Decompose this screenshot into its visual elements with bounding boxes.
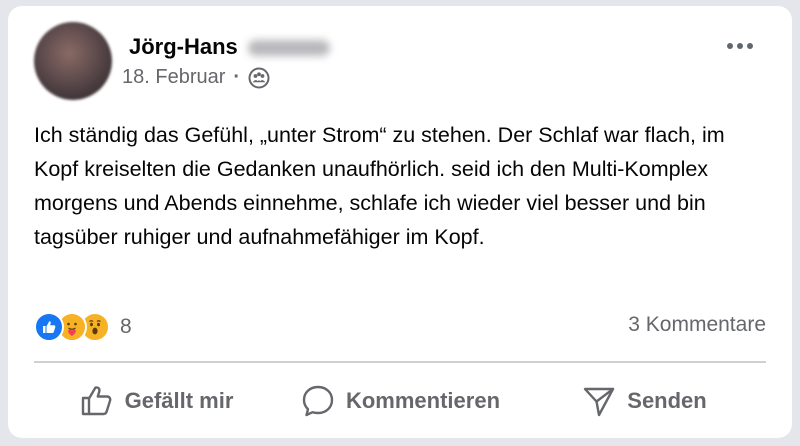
post-card: Jörg-Hans 18. Februar · Ich ständig das … — [8, 6, 792, 438]
like-button[interactable]: Gefällt mir — [34, 371, 278, 431]
divider — [34, 361, 766, 363]
dot — [737, 43, 743, 49]
send-label: Senden — [627, 388, 707, 413]
author-name[interactable]: Jörg-Hans — [129, 34, 330, 60]
like-label: Gefällt mir — [124, 388, 234, 413]
comment-bubble-icon — [300, 383, 336, 419]
more-options-button[interactable] — [722, 34, 758, 58]
comment-label: Kommentieren — [345, 388, 501, 413]
comment-button[interactable]: Kommentieren — [278, 371, 522, 431]
send-button[interactable]: Senden — [522, 371, 766, 431]
thumbs-up-icon — [79, 383, 115, 419]
like-reaction-icon — [34, 312, 64, 342]
action-bar: Gefällt mir Kommentieren Senden — [34, 371, 766, 431]
meta-separator: · — [233, 66, 241, 88]
redacted-last-name — [247, 40, 330, 57]
reactions-summary[interactable]: 8 — [34, 310, 132, 344]
dot — [727, 43, 733, 49]
author-first-name[interactable]: Jörg-Hans — [129, 34, 238, 59]
dot — [747, 43, 753, 49]
post-meta: 18. Februar · — [122, 66, 270, 89]
avatar[interactable] — [34, 22, 112, 100]
post-text: Ich ständig das Gefühl, „unter Strom“ zu… — [34, 123, 725, 249]
comments-count[interactable]: 3 Kommentare — [628, 313, 766, 337]
post-date[interactable]: 18. Februar — [122, 66, 225, 89]
send-icon — [581, 383, 617, 419]
reaction-count[interactable]: 8 — [120, 315, 132, 339]
friends-icon[interactable] — [248, 67, 270, 89]
